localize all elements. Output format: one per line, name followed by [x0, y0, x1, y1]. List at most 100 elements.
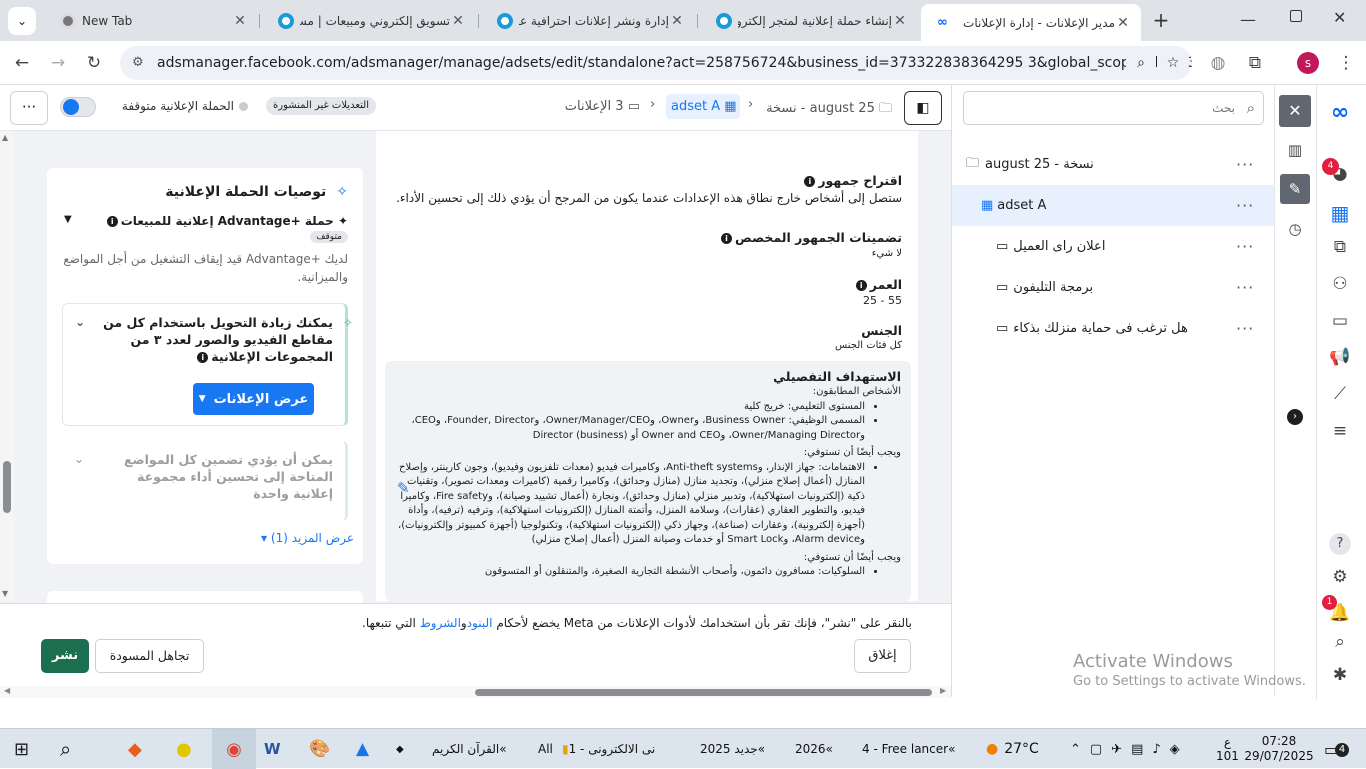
taskbar-item[interactable]: 2026 «	[795, 729, 833, 769]
more-icon[interactable]: ···	[1236, 155, 1254, 174]
tray-icons[interactable]: ⌃▢✈▤♪◈	[1070, 729, 1189, 769]
taskbar-expand-icon[interactable]: ◆	[396, 729, 404, 769]
info-icon[interactable]: i	[106, 216, 118, 227]
show-more-link[interactable]: عرض المزيد (1) ▾	[254, 531, 354, 545]
tree-item-campaign[interactable]: 🗀 august 25 - نسخة	[952, 144, 1274, 185]
photos-icon[interactable]: ▲	[356, 729, 369, 769]
help-icon[interactable]: ?	[1326, 528, 1354, 556]
chevron-down-icon[interactable]: ⌄	[74, 451, 84, 468]
conditions-link[interactable]: الشروط	[420, 616, 461, 630]
more-icon[interactable]: ···	[1236, 237, 1254, 256]
close-icon[interactable]: ✕	[1115, 15, 1131, 31]
bell-icon[interactable]: 🔔 1	[1322, 595, 1354, 627]
panel-toggle-button[interactable]: ◧	[904, 91, 942, 125]
chrome-taskbar-icon[interactable]: ◉	[212, 729, 256, 769]
settings-icon[interactable]: ⚙	[1326, 563, 1354, 591]
bookmark-star-icon[interactable]: ☆	[1158, 46, 1188, 80]
taskbar-item[interactable]: 4 - Free lancer «	[862, 729, 955, 769]
scrollbar[interactable]: ▲ ▼	[0, 131, 14, 601]
tab-search-button[interactable]: ⌄	[8, 7, 36, 35]
chart-icon[interactable]: ▥	[1280, 135, 1310, 165]
taskbar-item[interactable]: القرآن الكريم «	[432, 729, 507, 769]
horizontal-scrollbar[interactable]: ◀ ▶	[0, 686, 951, 698]
taskbar-item[interactable]: ▮ 1 - نى الالكترونى	[562, 729, 690, 769]
account-icon[interactable]: ◕ 4	[1322, 158, 1354, 188]
meta-logo-icon[interactable]: ∞	[1326, 99, 1354, 127]
campaign-megaphone-icon[interactable]: 📢	[1326, 343, 1354, 371]
close-panel-button[interactable]: ✕	[1279, 95, 1311, 127]
edit-pencil-icon[interactable]: ✎	[397, 481, 410, 496]
view-ads-button[interactable]: عرض الإعلانات ▼	[193, 383, 314, 415]
tab-new-tab[interactable]: New Tab ✕	[44, 6, 258, 35]
chevron-down-icon[interactable]: ⌄	[75, 314, 85, 331]
url-field[interactable]: ⚙ adsmanager.facebook.com/adsmanager/man…	[120, 46, 1192, 80]
more-options-button[interactable]: ···	[10, 91, 48, 125]
more-icon[interactable]: ···	[1236, 278, 1254, 297]
close-button[interactable]: إغلاق	[854, 639, 911, 673]
paint-icon[interactable]: 🎨	[309, 729, 330, 769]
pages-icon[interactable]: ⧉	[1326, 233, 1354, 261]
discard-draft-button[interactable]: تجاهل المسودة	[95, 639, 204, 673]
info-icon[interactable]: i	[197, 352, 209, 363]
chevron-down-icon[interactable]: ▼	[64, 214, 72, 225]
tree-item-ad-2[interactable]: ▭ برمجة التليفون	[952, 267, 1274, 308]
info-icon[interactable]: i	[855, 280, 867, 291]
breadcrumb-ads[interactable]: ▭ 3 الإعلانات	[548, 99, 640, 114]
reload-icon[interactable]: ↻	[80, 49, 108, 77]
brave-icon[interactable]: ◆	[128, 729, 142, 769]
publish-button[interactable]: نشر	[41, 639, 89, 673]
extensions-icon[interactable]: ⧉	[1241, 49, 1269, 77]
graph-icon[interactable]: ⟋	[1326, 380, 1354, 408]
breadcrumb-adset[interactable]: adset A ▦	[666, 94, 740, 119]
info-icon[interactable]: i	[804, 176, 816, 187]
tree-item-ad-3[interactable]: ▭ هل ترغب فى حماية منزلك بذكاء	[952, 308, 1274, 349]
word-icon[interactable]: W	[264, 729, 281, 769]
more-icon[interactable]: ···	[1236, 319, 1254, 338]
weather-widget[interactable]: ● 27°C	[986, 729, 1039, 769]
campaign-toggle[interactable]	[60, 97, 96, 117]
taskbar-item[interactable]: جديد 2025 «	[700, 729, 765, 769]
more-icon[interactable]: ···	[1236, 196, 1254, 215]
back-icon[interactable]: ←	[8, 49, 36, 77]
taskbar-search-icon[interactable]: ⌕	[60, 729, 71, 769]
tab-marketing[interactable]: تسويق إلكتروني ومبيعات | مس ✕	[262, 6, 476, 35]
site-info-icon[interactable]: ⚙	[132, 46, 144, 80]
snapchat-icon[interactable]: ●	[176, 729, 192, 769]
taskbar-item[interactable]: All	[538, 729, 553, 769]
close-icon[interactable]: ✕	[232, 13, 248, 29]
new-tab-button[interactable]: +	[1148, 8, 1174, 34]
billing-icon[interactable]: ▭	[1326, 307, 1354, 335]
ads-table-icon[interactable]: ▦	[1326, 199, 1354, 227]
close-icon[interactable]: ✕	[450, 13, 466, 29]
expand-icon[interactable]: ›	[1280, 399, 1310, 429]
tree-item-adset[interactable]: ▦ adset A	[952, 185, 1274, 226]
tree-search[interactable]: ⌕	[963, 91, 1264, 125]
info-icon[interactable]: i	[721, 233, 733, 244]
restore-icon[interactable]	[1290, 10, 1302, 22]
audiences-icon[interactable]: ⚇	[1326, 270, 1354, 298]
menu-icon[interactable]: ≡	[1326, 417, 1354, 445]
terms-link[interactable]: البنود	[467, 616, 493, 630]
tree-item-ad-1[interactable]: ▭ اعلان راى العميل	[952, 226, 1274, 267]
windows-start-icon[interactable]: ⊞	[14, 729, 29, 769]
edit-icon[interactable]: ✎	[1280, 174, 1310, 204]
input-language[interactable]: ع 101	[1216, 729, 1239, 769]
minimize-icon[interactable]: —	[1240, 10, 1260, 29]
close-icon[interactable]: ✕	[892, 13, 908, 29]
tab-campaign[interactable]: إنشاء حملة إعلانية لمتجر إلكترو ✕	[700, 6, 918, 35]
tree-search-input[interactable]	[975, 97, 1235, 119]
globe-icon[interactable]: ◍	[1204, 49, 1232, 77]
browser-menu-icon[interactable]: ⋮	[1332, 49, 1360, 77]
breadcrumb-campaign[interactable]: 🗀 august 25 - نسخة	[760, 99, 892, 121]
clock[interactable]: 07:28 29/07/2025	[1244, 729, 1313, 769]
close-window-icon[interactable]: ✕	[1333, 8, 1346, 27]
profile-avatar[interactable]: s	[1297, 52, 1319, 74]
close-icon[interactable]: ✕	[669, 13, 685, 29]
forward-icon[interactable]: →	[44, 49, 72, 77]
tab-ads-manager[interactable]: ∞ مدير الإعلانات - إدارة الإعلانات ✕	[921, 4, 1141, 41]
tab-ads-publish[interactable]: إدارة ونشر إعلانات احترافية عل ✕	[481, 6, 695, 35]
notification-center-icon[interactable]: ▭ 4	[1324, 729, 1349, 769]
zoom-icon[interactable]: ⌕	[1126, 46, 1156, 80]
history-icon[interactable]: ◷	[1280, 214, 1310, 244]
alert-badge: 1	[1322, 595, 1337, 610]
